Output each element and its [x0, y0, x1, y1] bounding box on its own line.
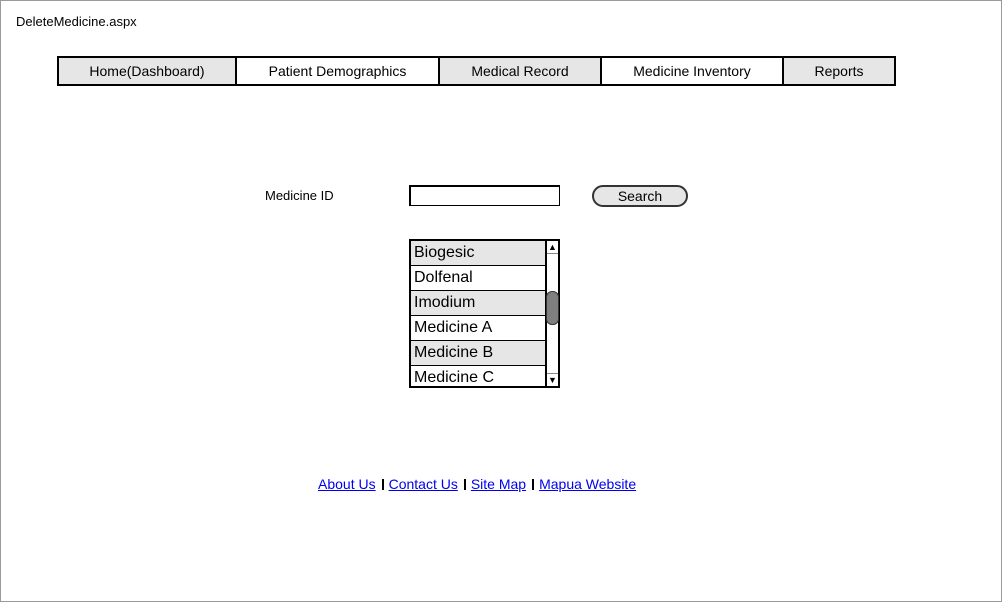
page-title: DeleteMedicine.aspx [16, 14, 137, 29]
nav-bar: Home(Dashboard) Patient Demographics Med… [57, 56, 896, 86]
medicine-id-input[interactable] [409, 185, 560, 206]
tab-patient-demographics[interactable]: Patient Demographics [237, 58, 440, 84]
tab-reports[interactable]: Reports [784, 58, 894, 84]
list-scrollbar[interactable]: ▲ ▼ [545, 241, 559, 386]
list-item[interactable]: Biogesic [411, 241, 545, 266]
scroll-thumb[interactable] [546, 291, 559, 325]
list-item[interactable]: Imodium [411, 291, 545, 316]
contact-us-link[interactable]: Contact Us [389, 476, 458, 492]
footer-links: About Us Contact Us Site Map Mapua Website [318, 476, 636, 492]
medicine-id-label: Medicine ID [265, 188, 334, 203]
tab-home-dashboard[interactable]: Home(Dashboard) [59, 58, 237, 84]
mapua-website-link[interactable]: Mapua Website [539, 476, 636, 492]
link-separator [532, 479, 535, 490]
tab-medicine-inventory[interactable]: Medicine Inventory [602, 58, 784, 84]
medicine-list: Biogesic Dolfenal Imodium Medicine A Med… [411, 241, 545, 386]
list-item[interactable]: Dolfenal [411, 266, 545, 291]
list-item[interactable]: Medicine B [411, 341, 545, 366]
search-button[interactable]: Search [592, 185, 688, 207]
page: DeleteMedicine.aspx Home(Dashboard) Pati… [0, 0, 1002, 602]
scroll-down-icon[interactable]: ▼ [547, 373, 558, 386]
link-separator [381, 479, 384, 490]
about-us-link[interactable]: About Us [318, 476, 376, 492]
site-map-link[interactable]: Site Map [471, 476, 526, 492]
list-item[interactable]: Medicine A [411, 316, 545, 341]
scroll-up-icon[interactable]: ▲ [547, 241, 558, 254]
medicine-listbox[interactable]: Biogesic Dolfenal Imodium Medicine A Med… [409, 239, 560, 388]
link-separator [463, 479, 466, 490]
list-item[interactable]: Medicine C [411, 366, 545, 391]
tab-medical-record[interactable]: Medical Record [440, 58, 602, 84]
